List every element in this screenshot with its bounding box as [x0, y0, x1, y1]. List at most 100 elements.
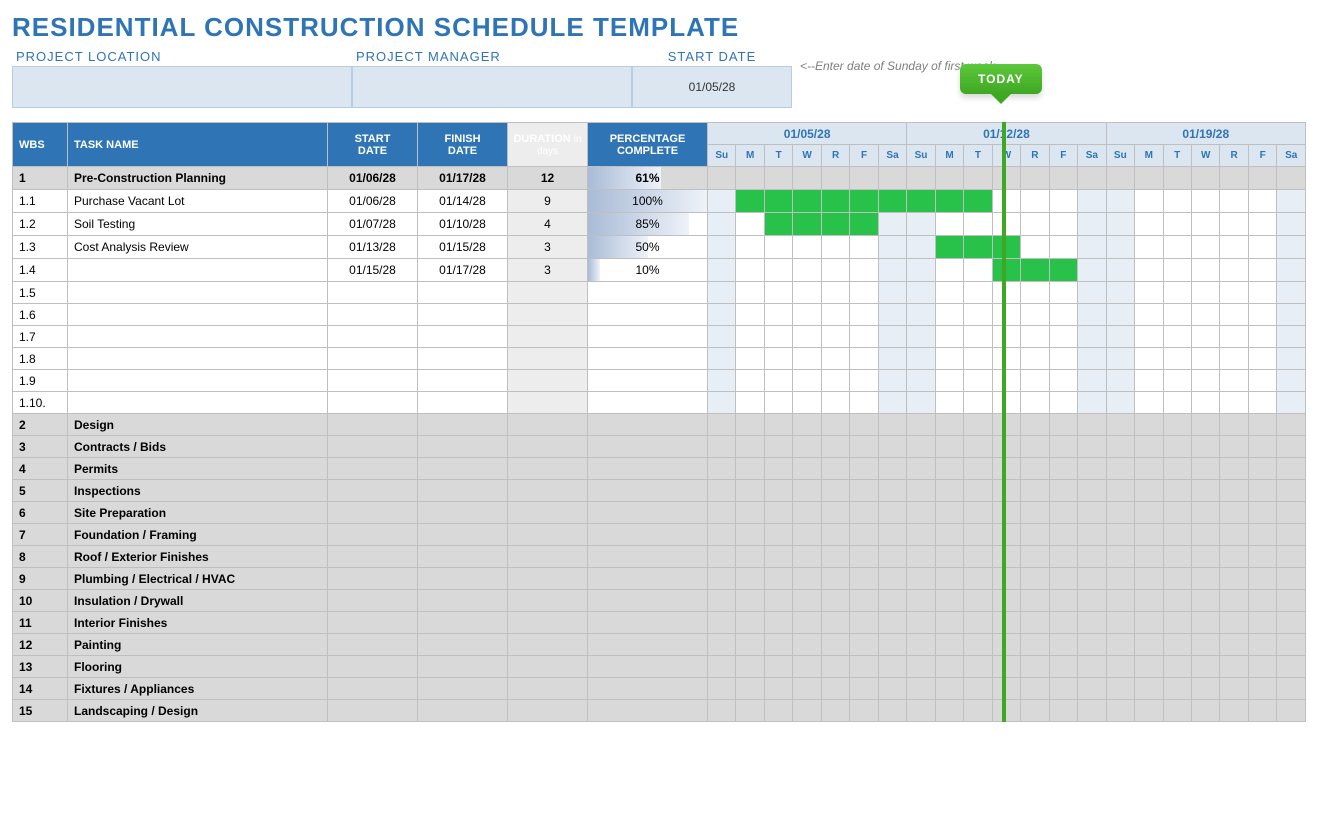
cell-duration[interactable]: [508, 634, 588, 656]
cell-duration[interactable]: [508, 282, 588, 304]
cell-finish[interactable]: [418, 502, 508, 524]
cell-start[interactable]: [328, 678, 418, 700]
cell-start[interactable]: [328, 326, 418, 348]
cell-task[interactable]: [68, 304, 328, 326]
cell-duration[interactable]: 3: [508, 236, 588, 259]
cell-wbs[interactable]: 1.1: [13, 190, 68, 213]
cell-wbs[interactable]: 1.4: [13, 259, 68, 282]
cell-pct[interactable]: [588, 678, 708, 700]
cell-task[interactable]: Permits: [68, 458, 328, 480]
cell-duration[interactable]: [508, 590, 588, 612]
cell-finish[interactable]: [418, 282, 508, 304]
cell-duration[interactable]: [508, 348, 588, 370]
cell-duration[interactable]: [508, 524, 588, 546]
cell-finish[interactable]: [418, 458, 508, 480]
cell-finish[interactable]: [418, 524, 508, 546]
cell-wbs[interactable]: 1.8: [13, 348, 68, 370]
cell-finish[interactable]: [418, 348, 508, 370]
cell-pct[interactable]: [588, 326, 708, 348]
table-row[interactable]: 8Roof / Exterior Finishes: [13, 546, 1306, 568]
cell-task[interactable]: Flooring: [68, 656, 328, 678]
cell-pct[interactable]: 61%: [588, 167, 708, 190]
cell-task[interactable]: Interior Finishes: [68, 612, 328, 634]
cell-wbs[interactable]: 13: [13, 656, 68, 678]
cell-wbs[interactable]: 4: [13, 458, 68, 480]
cell-task[interactable]: Cost Analysis Review: [68, 236, 328, 259]
cell-pct[interactable]: [588, 612, 708, 634]
cell-duration[interactable]: 4: [508, 213, 588, 236]
cell-wbs[interactable]: 1.7: [13, 326, 68, 348]
cell-duration[interactable]: [508, 392, 588, 414]
cell-start[interactable]: 01/07/28: [328, 213, 418, 236]
cell-pct[interactable]: [588, 370, 708, 392]
cell-wbs[interactable]: 7: [13, 524, 68, 546]
cell-task[interactable]: Painting: [68, 634, 328, 656]
cell-task[interactable]: [68, 348, 328, 370]
cell-finish[interactable]: [418, 480, 508, 502]
cell-wbs[interactable]: 6: [13, 502, 68, 524]
cell-task[interactable]: Fixtures / Appliances: [68, 678, 328, 700]
cell-finish[interactable]: 01/17/28: [418, 167, 508, 190]
cell-start[interactable]: [328, 568, 418, 590]
cell-pct[interactable]: [588, 392, 708, 414]
cell-task[interactable]: Inspections: [68, 480, 328, 502]
cell-task[interactable]: Design: [68, 414, 328, 436]
cell-task[interactable]: Contracts / Bids: [68, 436, 328, 458]
cell-pct[interactable]: 10%: [588, 259, 708, 282]
cell-wbs[interactable]: 9: [13, 568, 68, 590]
cell-task[interactable]: [68, 392, 328, 414]
cell-pct[interactable]: [588, 480, 708, 502]
cell-pct[interactable]: [588, 568, 708, 590]
cell-task[interactable]: Soil Testing: [68, 213, 328, 236]
cell-wbs[interactable]: 11: [13, 612, 68, 634]
cell-pct[interactable]: [588, 546, 708, 568]
cell-task[interactable]: Insulation / Drywall: [68, 590, 328, 612]
table-row[interactable]: 6Site Preparation: [13, 502, 1306, 524]
cell-finish[interactable]: [418, 304, 508, 326]
cell-finish[interactable]: [418, 392, 508, 414]
cell-start[interactable]: [328, 480, 418, 502]
table-row[interactable]: 1.401/15/2801/17/28310%: [13, 259, 1306, 282]
cell-duration[interactable]: [508, 700, 588, 722]
cell-finish[interactable]: [418, 414, 508, 436]
cell-wbs[interactable]: 5: [13, 480, 68, 502]
cell-pct[interactable]: [588, 304, 708, 326]
cell-duration[interactable]: [508, 502, 588, 524]
cell-finish[interactable]: [418, 700, 508, 722]
table-row[interactable]: 3Contracts / Bids: [13, 436, 1306, 458]
cell-task[interactable]: Site Preparation: [68, 502, 328, 524]
cell-start[interactable]: [328, 656, 418, 678]
cell-start[interactable]: 01/06/28: [328, 167, 418, 190]
cell-wbs[interactable]: 2: [13, 414, 68, 436]
table-row[interactable]: 11Interior Finishes: [13, 612, 1306, 634]
cell-finish[interactable]: [418, 612, 508, 634]
cell-duration[interactable]: 9: [508, 190, 588, 213]
table-row[interactable]: 4Permits: [13, 458, 1306, 480]
cell-start[interactable]: [328, 546, 418, 568]
cell-start[interactable]: [328, 590, 418, 612]
cell-start[interactable]: 01/13/28: [328, 236, 418, 259]
cell-task[interactable]: Pre-Construction Planning: [68, 167, 328, 190]
cell-start[interactable]: [328, 700, 418, 722]
cell-duration[interactable]: [508, 480, 588, 502]
cell-task[interactable]: Plumbing / Electrical / HVAC: [68, 568, 328, 590]
cell-duration[interactable]: [508, 326, 588, 348]
cell-start[interactable]: [328, 502, 418, 524]
cell-start[interactable]: [328, 282, 418, 304]
cell-wbs[interactable]: 14: [13, 678, 68, 700]
cell-pct[interactable]: [588, 282, 708, 304]
cell-start[interactable]: [328, 392, 418, 414]
table-row[interactable]: 1.9: [13, 370, 1306, 392]
cell-pct[interactable]: [588, 436, 708, 458]
cell-task[interactable]: Purchase Vacant Lot: [68, 190, 328, 213]
table-row[interactable]: 7Foundation / Framing: [13, 524, 1306, 546]
cell-wbs[interactable]: 1.9: [13, 370, 68, 392]
table-row[interactable]: 1.6: [13, 304, 1306, 326]
table-row[interactable]: 12Painting: [13, 634, 1306, 656]
table-row[interactable]: 1.1Purchase Vacant Lot01/06/2801/14/2891…: [13, 190, 1306, 213]
table-row[interactable]: 2Design: [13, 414, 1306, 436]
table-row[interactable]: 10Insulation / Drywall: [13, 590, 1306, 612]
cell-duration[interactable]: [508, 546, 588, 568]
cell-task[interactable]: [68, 282, 328, 304]
cell-finish[interactable]: [418, 568, 508, 590]
